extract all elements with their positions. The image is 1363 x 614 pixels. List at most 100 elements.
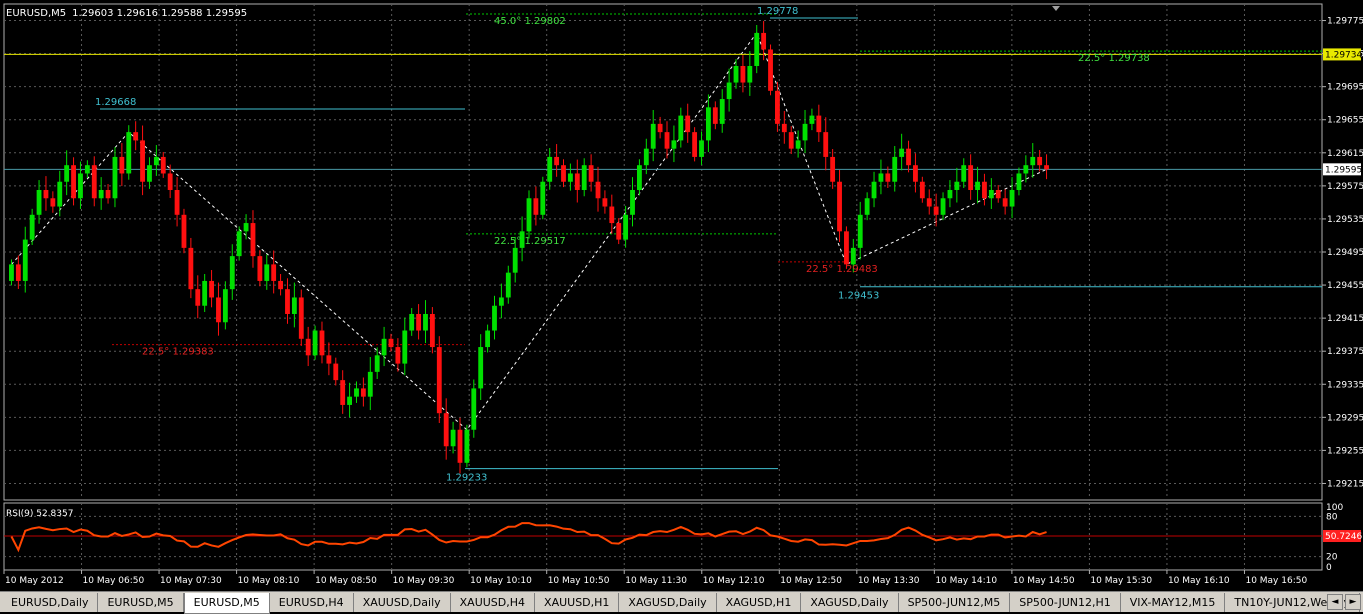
candle-body <box>174 190 180 215</box>
ohlc-values: 1.29603 1.29616 1.29588 1.29595 <box>72 8 247 19</box>
candle-body <box>229 256 235 290</box>
candle-body <box>202 280 208 306</box>
candle-body <box>982 181 987 199</box>
candle-body <box>871 181 877 199</box>
candle-body <box>181 214 187 248</box>
candle-body <box>505 272 511 298</box>
tab-eurusd-m5[interactable]: EURUSD,M5 <box>183 593 270 614</box>
price-tick-label: 1.29255 <box>1327 446 1363 456</box>
price-tick-label: 1.29615 <box>1327 149 1363 159</box>
candle-body <box>636 165 642 190</box>
candle-body <box>844 231 849 265</box>
candle-body <box>333 363 339 381</box>
level-label: 1.29233 <box>446 473 487 484</box>
candle-body <box>257 256 263 281</box>
price-tick-label: 1.29775 <box>1327 17 1363 27</box>
rsi-level-label: 80 <box>1326 512 1338 522</box>
time-tick-label: 10 May 07:30 <box>160 576 222 586</box>
candle-body <box>533 198 539 215</box>
candle-body <box>319 330 325 356</box>
candle-body <box>271 264 277 281</box>
candle-body <box>388 338 394 348</box>
tab-sp500-jun12-m5[interactable]: SP500-JUN12,M5 <box>899 593 1011 612</box>
tab-eurusd-h4[interactable]: EURUSD,H4 <box>270 593 354 612</box>
time-tick-label: 10 May 11:30 <box>625 576 687 586</box>
candle-body <box>126 132 132 174</box>
time-tick-label: 10 May 2012 <box>5 576 64 586</box>
tab-sp500-jun12-h1[interactable]: SP500-JUN12,H1 <box>1010 593 1121 612</box>
candle-body <box>830 156 836 182</box>
candle-body <box>209 280 214 298</box>
time-tick-label: 10 May 14:10 <box>935 576 997 586</box>
candle-body <box>416 314 422 331</box>
candle-body <box>906 148 911 166</box>
time-tick-label: 10 May 08:50 <box>315 576 377 586</box>
level-label: 1.29668 <box>95 97 136 108</box>
candle-body <box>512 247 518 273</box>
price-chart[interactable]: 1.29668 1.29778 1.29453 1.29233 45.0° 1.2980… <box>0 0 1363 591</box>
candle-body <box>1016 173 1022 190</box>
tab-eurusd-daily[interactable]: EURUSD,Daily <box>2 593 99 612</box>
candle-body <box>443 413 449 447</box>
candle-body <box>43 190 49 199</box>
candle-body <box>961 165 967 182</box>
time-tick-label: 10 May 16:10 <box>1168 576 1230 586</box>
candle-body <box>347 396 352 405</box>
candle-body <box>650 123 656 149</box>
level-lines <box>4 13 1322 470</box>
tab-scroll-right-icon[interactable]: ► <box>1345 594 1361 610</box>
tab-xauusd-h4[interactable]: XAUUSD,H4 <box>451 593 536 612</box>
candle-body <box>857 214 863 248</box>
fib-label: 22.5° 1.29483 <box>806 264 878 275</box>
shift-marker-icon[interactable] <box>1052 6 1060 11</box>
candle-body <box>84 165 90 174</box>
candle-body <box>222 289 228 323</box>
time-tick-label: 10 May 09:30 <box>393 576 455 586</box>
candle-body <box>278 280 283 290</box>
candle-body <box>105 190 111 199</box>
candle-body <box>91 165 97 199</box>
candle-body <box>78 173 83 199</box>
tab-xauusd-h1[interactable]: XAUUSD,H1 <box>535 593 620 612</box>
candle-body <box>153 156 159 166</box>
tab-vix-may12-m15[interactable]: VIX-MAY12,M15 <box>1121 593 1226 612</box>
candle-body <box>98 190 104 199</box>
tab-eurusd-m5[interactable]: EURUSD,M5 <box>98 593 184 612</box>
candle-body <box>360 388 366 397</box>
candle-body <box>775 90 780 124</box>
candle-body <box>809 115 815 124</box>
candle-body <box>15 264 21 281</box>
candle-body <box>706 107 711 141</box>
candle-body <box>236 231 242 257</box>
candle-body <box>554 156 560 166</box>
tab-xagusd-h1[interactable]: XAGUSD,H1 <box>717 593 802 612</box>
candle-body <box>795 140 801 149</box>
candle-body <box>547 156 553 182</box>
candle-body <box>671 140 677 149</box>
tab-xagusd-daily[interactable]: XAGUSD,Daily <box>619 593 717 612</box>
candle-body <box>581 165 587 190</box>
candle-body <box>367 371 373 397</box>
candle-body <box>623 214 629 240</box>
candle-body <box>802 123 808 141</box>
tab-xauusd-daily[interactable]: XAUUSD,Daily <box>354 593 451 612</box>
candle-body <box>57 181 63 207</box>
chart-tab-bar: EURUSD,Daily EURUSD,M5 EURUSD,M5 EURUSD,H4 X… <box>0 591 1363 614</box>
candle-body <box>326 355 332 364</box>
candle-body <box>781 123 787 133</box>
tab-scroll-left-icon[interactable]: ◄ <box>1327 594 1343 610</box>
candle-body <box>50 198 56 207</box>
price-tick-label: 1.29695 <box>1327 83 1363 93</box>
price-tick-label: 1.29215 <box>1327 479 1363 489</box>
candle-body <box>195 289 201 306</box>
candle-body <box>1037 156 1043 166</box>
candle-body <box>899 148 905 157</box>
candle-body <box>64 165 70 182</box>
candle-body <box>167 173 173 190</box>
time-tick-label: 10 May 14:50 <box>1013 576 1075 586</box>
tab-xagusd-daily[interactable]: XAGUSD,Daily <box>801 593 899 612</box>
candle-body <box>816 115 822 133</box>
level-label: 1.29453 <box>838 291 879 302</box>
price-tick-label: 1.29535 <box>1327 215 1363 225</box>
candle-body <box>140 140 145 182</box>
